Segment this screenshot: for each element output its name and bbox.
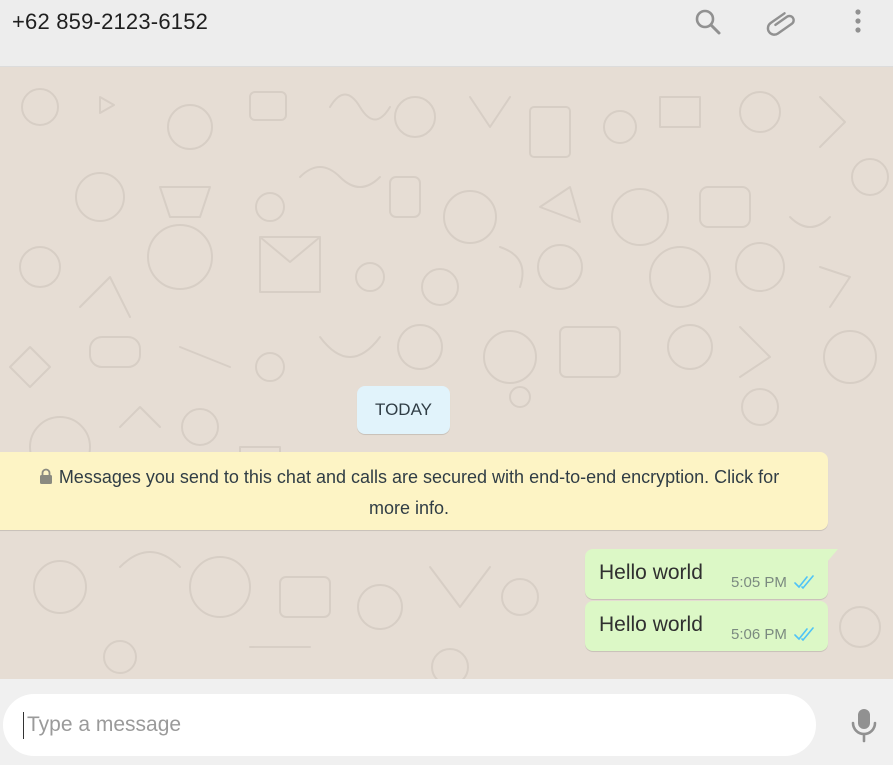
chat-area[interactable]: TODAY Messages you send to this chat and… [0, 67, 893, 679]
message-text: Hello world [599, 613, 703, 636]
read-ticks-icon [794, 575, 817, 590]
outgoing-message[interactable]: Hello world 5:05 PM [585, 549, 838, 599]
text-caret [23, 711, 24, 739]
message-text: Hello world [599, 561, 703, 584]
message-time: 5:05 PM [731, 574, 787, 591]
menu-icon[interactable] [842, 6, 874, 38]
message-time: 5:06 PM [731, 626, 787, 643]
outgoing-message[interactable]: Hello world 5:06 PM [585, 601, 828, 651]
chat-header: +62 859-2123-6152 [0, 0, 893, 67]
search-icon[interactable] [692, 6, 724, 38]
message-input[interactable] [27, 713, 787, 737]
bubble-tail [827, 549, 838, 562]
attach-icon[interactable] [766, 6, 798, 38]
microphone-icon[interactable] [848, 707, 880, 743]
composer-bar [0, 679, 893, 765]
encryption-notice-text: Messages you send to this chat and calls… [58, 467, 780, 518]
encryption-notice[interactable]: Messages you send to this chat and calls… [0, 452, 828, 530]
message-input-box[interactable] [3, 694, 816, 756]
read-ticks-icon [794, 627, 817, 642]
contact-name[interactable]: +62 859-2123-6152 [12, 9, 208, 35]
date-divider: TODAY [357, 386, 450, 434]
lock-icon [39, 463, 53, 484]
